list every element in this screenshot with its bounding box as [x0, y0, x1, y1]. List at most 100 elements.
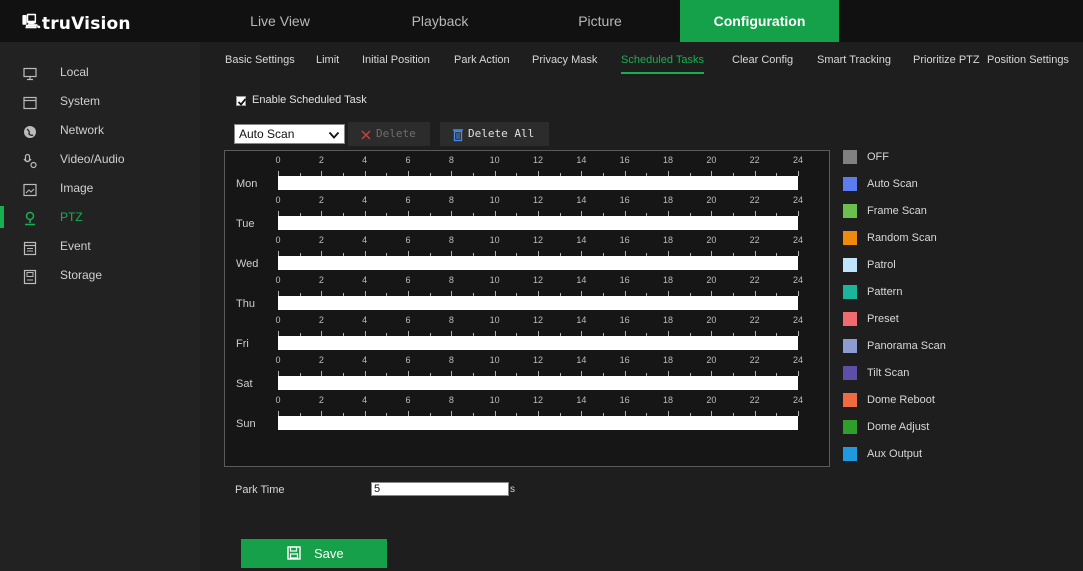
sidebar-item-image[interactable]: Image — [12, 174, 200, 202]
tab-position-settings[interactable]: Position Settings — [987, 42, 1069, 78]
image-icon — [22, 180, 38, 197]
hour-tick-label: 14 — [576, 195, 587, 205]
enable-scheduled-task-checkbox[interactable] — [236, 96, 247, 106]
sidebar-item-ptz[interactable]: PTZ — [0, 203, 200, 231]
hour-tick — [798, 371, 799, 376]
legend-swatch — [843, 420, 857, 434]
hour-tick — [798, 171, 799, 176]
day-schedule-bar[interactable] — [278, 376, 798, 390]
hour-tick-label: 12 — [532, 155, 543, 165]
hour-tick-label: 2 — [318, 275, 324, 285]
hour-tick-label: 0 — [275, 275, 281, 285]
tab-picture[interactable]: Picture — [520, 0, 680, 42]
hour-tick — [798, 411, 799, 416]
legend-label: Patrol — [867, 259, 896, 271]
hour-tick-label: 22 — [749, 355, 760, 365]
hour-tick-label: 0 — [275, 155, 281, 165]
tab-privacy-mask[interactable]: Privacy Mask — [532, 42, 597, 78]
day-schedule-bar[interactable] — [278, 256, 798, 270]
delete-all-button[interactable]: Delete All — [440, 122, 549, 146]
hour-tick-label: 6 — [405, 235, 411, 245]
tab-clear-config[interactable]: Clear Config — [732, 42, 793, 78]
hour-tick-label: 14 — [576, 155, 587, 165]
delete-button[interactable]: Delete — [348, 122, 430, 146]
day-label: Sat — [236, 378, 253, 390]
hour-tick-label: 18 — [662, 275, 673, 285]
tab-basic-settings[interactable]: Basic Settings — [225, 42, 295, 78]
schedule-day-row: Wed 0 2 4 6 8 10 12 14 16 18 20 22 24 — [225, 235, 829, 275]
hour-tick-label: 8 — [448, 315, 454, 325]
day-schedule-bar[interactable] — [278, 216, 798, 230]
sidebar-item-label: System — [60, 94, 101, 108]
day-label: Thu — [236, 298, 255, 310]
day-schedule-bar[interactable] — [278, 416, 798, 430]
hour-tick-label: 2 — [318, 235, 324, 245]
sidebar: Local System Network Video/Audio Image P… — [0, 42, 200, 571]
hour-tick-label: 22 — [749, 275, 760, 285]
tab-playback[interactable]: Playback — [360, 0, 520, 42]
day-schedule-bar[interactable] — [278, 176, 798, 190]
tab-initial-position[interactable]: Initial Position — [362, 42, 430, 78]
hour-tick-label: 10 — [489, 355, 500, 365]
tab-park-action[interactable]: Park Action — [454, 42, 510, 78]
schedule-day-row: Sat 0 2 4 6 8 10 12 14 16 18 20 22 24 — [225, 355, 829, 395]
storage-icon — [22, 267, 38, 285]
tab-live-view[interactable]: Live View — [200, 0, 360, 42]
hour-tick-label: 2 — [318, 155, 324, 165]
day-schedule-bar[interactable] — [278, 296, 798, 310]
sidebar-item-video-audio[interactable]: Video/Audio — [12, 145, 200, 173]
chevron-down-icon — [328, 128, 340, 146]
sidebar-item-label: Storage — [60, 268, 103, 282]
hour-tick-label: 14 — [576, 315, 587, 325]
tab-configuration[interactable]: Configuration — [680, 0, 839, 42]
tab-smart-tracking[interactable]: Smart Tracking — [817, 42, 891, 78]
top-bar: 🖳truVision Live View Playback Picture Co… — [0, 0, 1083, 42]
hour-tick-label: 24 — [792, 395, 803, 405]
hour-tick-label: 6 — [405, 155, 411, 165]
tab-limit[interactable]: Limit — [316, 42, 339, 78]
hour-tick-label: 24 — [792, 195, 803, 205]
hour-tick-label: 20 — [706, 275, 717, 285]
legend-swatch — [843, 231, 857, 245]
hour-tick-label: 14 — [576, 235, 587, 245]
schedule-day-row: Sun 0 2 4 6 8 10 12 14 16 18 20 22 24 — [225, 395, 829, 435]
hour-tick-label: 0 — [275, 315, 281, 325]
hour-tick-label: 18 — [662, 155, 673, 165]
hour-tick-label: 24 — [792, 355, 803, 365]
trash-icon — [452, 127, 464, 151]
hour-tick-label: 14 — [576, 275, 587, 285]
day-label: Mon — [236, 178, 258, 190]
hour-tick-label: 18 — [662, 195, 673, 205]
hour-tick-label: 22 — [749, 395, 760, 405]
hour-tick — [798, 211, 799, 216]
day-schedule-bar[interactable] — [278, 336, 798, 350]
schedule-day-row: Thu 0 2 4 6 8 10 12 14 16 18 20 22 24 — [225, 275, 829, 315]
legend-label: Panorama Scan — [867, 340, 946, 352]
sidebar-item-local[interactable]: Local — [12, 58, 200, 86]
sidebar-item-system[interactable]: System — [12, 87, 200, 115]
tab-scheduled-tasks[interactable]: Scheduled Tasks — [621, 42, 704, 78]
schedule-grid: Mon 0 2 4 6 8 10 12 14 16 18 20 22 24 Tue 0 2 4 6 8 10 12 14 16… — [224, 150, 830, 467]
hour-tick-label: 8 — [448, 355, 454, 365]
legend-swatch — [843, 447, 857, 461]
monitor-icon — [22, 64, 38, 81]
system-icon — [22, 93, 38, 110]
ptz-icon — [22, 209, 38, 226]
hour-tick-label: 2 — [318, 315, 324, 325]
hour-tick-label: 4 — [362, 235, 368, 245]
hour-tick-label: 6 — [405, 195, 411, 205]
logo-text: truVision — [41, 14, 131, 34]
sidebar-item-storage[interactable]: Storage — [12, 261, 200, 289]
event-icon — [22, 238, 38, 256]
sidebar-item-event[interactable]: Event — [12, 232, 200, 260]
hour-tick-label: 10 — [489, 155, 500, 165]
hour-tick-label: 16 — [619, 235, 630, 245]
save-button[interactable]: Save — [241, 539, 387, 568]
hour-tick-label: 18 — [662, 235, 673, 245]
sidebar-item-network[interactable]: Network — [12, 116, 200, 144]
task-mode-select[interactable]: Auto Scan — [234, 124, 345, 144]
day-label: Fri — [236, 338, 249, 350]
video-audio-icon — [22, 151, 38, 169]
tab-prioritize-ptz[interactable]: Prioritize PTZ — [913, 42, 980, 78]
park-time-input[interactable]: 5 — [371, 482, 509, 496]
